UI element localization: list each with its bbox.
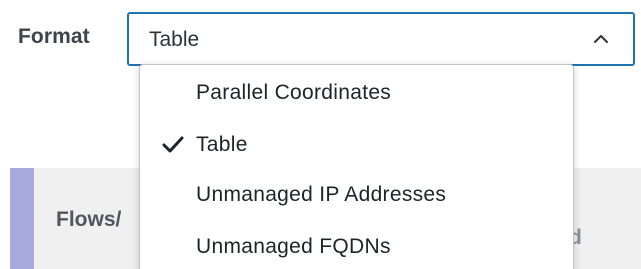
checkmark-icon: [162, 136, 184, 153]
dropdown-option-label: Parallel Coordinates: [196, 81, 392, 104]
dropdown-option-label: Unmanaged FQDNs: [196, 235, 391, 258]
dropdown-option-parallel-coordinates[interactable]: Parallel Coordinates: [140, 73, 573, 113]
dropdown-option-unmanaged-fqdns[interactable]: Unmanaged FQDNs: [140, 227, 573, 267]
panel-heading: Flows/: [56, 208, 122, 231]
dropdown-option-unmanaged-ip-addresses[interactable]: Unmanaged IP Addresses: [140, 175, 573, 215]
chevron-up-icon[interactable]: [592, 32, 610, 46]
format-select-value: Table: [149, 28, 200, 51]
format-label: Format: [18, 25, 90, 48]
content-panel-accent: [10, 168, 34, 269]
dropdown-option-table[interactable]: Table: [140, 125, 573, 165]
page: Flows/ d Format Table Parallel Coordinat…: [0, 0, 641, 269]
dropdown-option-label: Table: [196, 133, 248, 156]
dropdown-option-label: Unmanaged IP Addresses: [196, 183, 447, 206]
format-dropdown-list: Parallel Coordinates Table Unmanaged IP …: [139, 64, 574, 269]
format-select[interactable]: Table: [127, 12, 635, 66]
